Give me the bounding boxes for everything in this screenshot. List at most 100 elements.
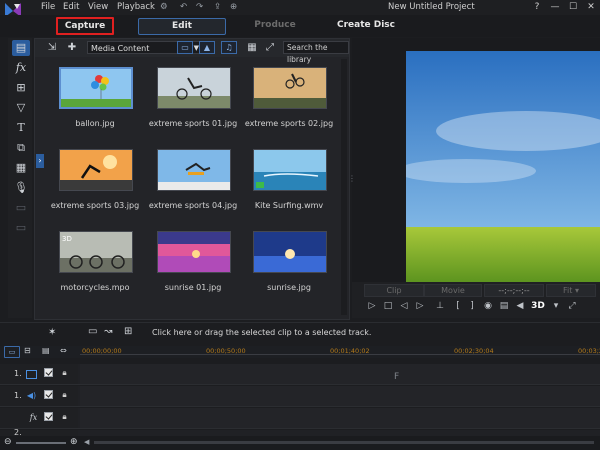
prev-frame-icon[interactable]: ◁ <box>398 300 410 312</box>
mark-out-icon[interactable]: ] <box>466 300 478 312</box>
timecode-display[interactable]: --;--;--;-- <box>484 284 544 297</box>
upload-icon[interactable]: ⇪ <box>214 2 221 12</box>
timeline-hint[interactable]: Click here or drag the selected clip to … <box>152 328 371 337</box>
thumbnail-extreme-sports-03[interactable] <box>59 149 133 191</box>
track-content[interactable] <box>80 386 600 406</box>
tab-edit[interactable]: Edit <box>138 18 226 35</box>
tab-create-disc[interactable]: Create Disc <box>330 18 402 33</box>
voice-over-icon[interactable]: 🎙 <box>12 180 30 196</box>
fx-room-icon[interactable]: fx <box>12 60 30 76</box>
split-icon[interactable]: ⊥ <box>434 300 446 312</box>
timeline-mode-icon[interactable]: ▭ <box>4 346 20 358</box>
filter-image-icon[interactable]: ▲ <box>199 41 215 54</box>
track-content[interactable] <box>80 408 600 428</box>
filter-video-icon[interactable]: ▭ <box>177 41 193 54</box>
3d-toggle[interactable]: 3D <box>528 300 548 312</box>
snapshot-icon[interactable]: ◉ <box>482 300 494 312</box>
storyboard-icon[interactable]: ⊟ <box>24 346 31 355</box>
view-grid-icon[interactable]: ▦ <box>245 41 259 55</box>
mark-in-icon[interactable]: [ <box>452 300 464 312</box>
video-track[interactable]: 1. 🔒︎ F <box>0 364 600 385</box>
library-item[interactable]: 3D motorcycles.mpo <box>55 231 135 301</box>
zoom-in-icon[interactable]: ⊕ <box>70 437 78 447</box>
subtitle-icon[interactable]: ▤ <box>498 300 510 312</box>
library-item[interactable]: extreme sports 02.jpg <box>245 67 333 137</box>
particle-room-icon[interactable]: ▽ <box>12 100 30 116</box>
audio-mixing-room-icon[interactable]: ▦ <box>12 160 30 176</box>
scroll-left-icon[interactable]: ◀ <box>84 438 89 446</box>
stop-icon[interactable]: □ <box>382 300 394 312</box>
fit-timeline-icon[interactable]: ⇔ <box>60 346 67 355</box>
menu-view[interactable]: View <box>88 2 108 12</box>
library-item[interactable]: extreme sports 01.jpg <box>149 67 237 137</box>
zoom-slider[interactable] <box>16 442 66 444</box>
plugins-icon[interactable]: ✚ <box>65 41 79 55</box>
magic-tools-icon[interactable]: ✶ <box>48 327 56 338</box>
library-search-input[interactable]: Search the library <box>283 41 349 64</box>
expand-icon[interactable]: ⤢ <box>263 41 277 55</box>
lock-icon[interactable]: 🔒︎ <box>60 412 69 422</box>
transition-room-icon[interactable]: ⧉ <box>12 140 30 156</box>
thumbnail-extreme-sports-04[interactable] <box>157 149 231 191</box>
thumbnail-extreme-sports-01[interactable] <box>157 67 231 109</box>
thumbnail-extreme-sports-02[interactable] <box>253 67 327 109</box>
chevron-down-icon[interactable]: ▾ <box>550 300 562 312</box>
thumbnail-balloon[interactable] <box>59 67 133 109</box>
fullscreen-icon[interactable]: ⤢ <box>566 300 578 312</box>
close-icon[interactable]: ✕ <box>580 0 600 14</box>
lock-icon[interactable]: 🔒︎ <box>60 368 69 378</box>
volume-icon[interactable]: ◀ <box>514 300 526 312</box>
ripple-icon[interactable]: ↝ <box>104 326 112 337</box>
chapter-room-icon[interactable]: ▭ <box>12 200 30 216</box>
tab-movie[interactable]: Movie <box>424 284 482 297</box>
trim-icon[interactable]: ▭ <box>88 326 97 337</box>
clip-actions-icon[interactable]: ⊞ <box>124 326 132 337</box>
share-icon[interactable]: ⊕ <box>230 2 237 12</box>
track-manager-icon[interactable]: ▤ <box>42 346 50 355</box>
library-item[interactable]: ballon.jpg <box>55 67 135 137</box>
track-enable-checkbox[interactable] <box>44 412 53 421</box>
collapse-panel-icon[interactable]: › <box>36 154 44 168</box>
splitter-handle-icon[interactable]: ⋮ <box>348 174 356 183</box>
media-room-icon[interactable]: ▤ <box>12 40 30 56</box>
effect-track[interactable]: fx 🔒︎ <box>0 408 600 429</box>
timeline-scrollbar[interactable] <box>94 441 594 444</box>
library-item[interactable]: extreme sports 04.jpg <box>149 149 237 219</box>
filter-audio-icon[interactable]: ♫ <box>221 41 237 54</box>
library-item[interactable]: sunrise.jpg <box>249 231 329 301</box>
menu-playback[interactable]: Playback <box>117 2 155 12</box>
thumbnail-kite-surfing[interactable] <box>253 149 327 191</box>
menu-file[interactable]: File <box>41 2 55 12</box>
settings-icon[interactable]: ⚙ <box>160 2 168 12</box>
zoom-out-icon[interactable]: ⊖ <box>4 437 12 447</box>
audio-track[interactable]: 1. ◀) 🔒︎ <box>0 386 600 407</box>
track-enable-checkbox[interactable] <box>44 390 53 399</box>
thumbnail-sunrise-01[interactable] <box>157 231 231 273</box>
timeline-ruler[interactable]: ▭ ⊟ ▤ ⇔ 00;00;00;00 00;00;50;00 00;01;40… <box>0 346 600 358</box>
library-item[interactable]: sunrise 01.jpg <box>153 231 233 301</box>
tab-capture[interactable]: Capture <box>56 17 114 35</box>
undo-icon[interactable]: ↶ <box>180 2 187 12</box>
library-toolbar: ⇲ ✚ Media Content ▼ ▭ ▲ ♫ ▦ ⤢ Search the… <box>35 39 349 64</box>
redo-icon[interactable]: ↷ <box>196 2 203 12</box>
library-scrollbar[interactable] <box>341 59 347 315</box>
thumbnail-motorcycles[interactable]: 3D <box>59 231 133 273</box>
room-toolstrip: ▤ fx ⊞ ▽ T ⧉ ▦ 🎙 ▭ ▭ <box>8 38 32 318</box>
menu-edit[interactable]: Edit <box>63 2 79 12</box>
pip-room-icon[interactable]: ⊞ <box>12 80 30 96</box>
title-room-icon[interactable]: T <box>12 120 30 136</box>
next-frame-icon[interactable]: ▷ <box>414 300 426 312</box>
track-enable-checkbox[interactable] <box>44 368 53 377</box>
import-media-icon[interactable]: ⇲ <box>45 41 59 55</box>
library-item[interactable]: Kite Surfing.wmv <box>249 149 329 219</box>
thumbnail-sunrise[interactable] <box>253 231 327 273</box>
subtitle-room-icon[interactable]: ▭ <box>12 220 30 236</box>
tab-clip[interactable]: Clip <box>364 284 424 297</box>
play-icon[interactable]: ▷ <box>366 300 378 312</box>
library-item[interactable]: extreme sports 03.jpg <box>51 149 139 219</box>
fit-select[interactable]: Fit ▾ <box>546 284 596 297</box>
zoom-bar: ⊖ ⊕ ◀ <box>0 436 600 450</box>
lock-icon[interactable]: 🔒︎ <box>60 390 69 400</box>
track-content[interactable]: F <box>80 364 600 384</box>
tab-produce[interactable]: Produce <box>240 18 310 33</box>
